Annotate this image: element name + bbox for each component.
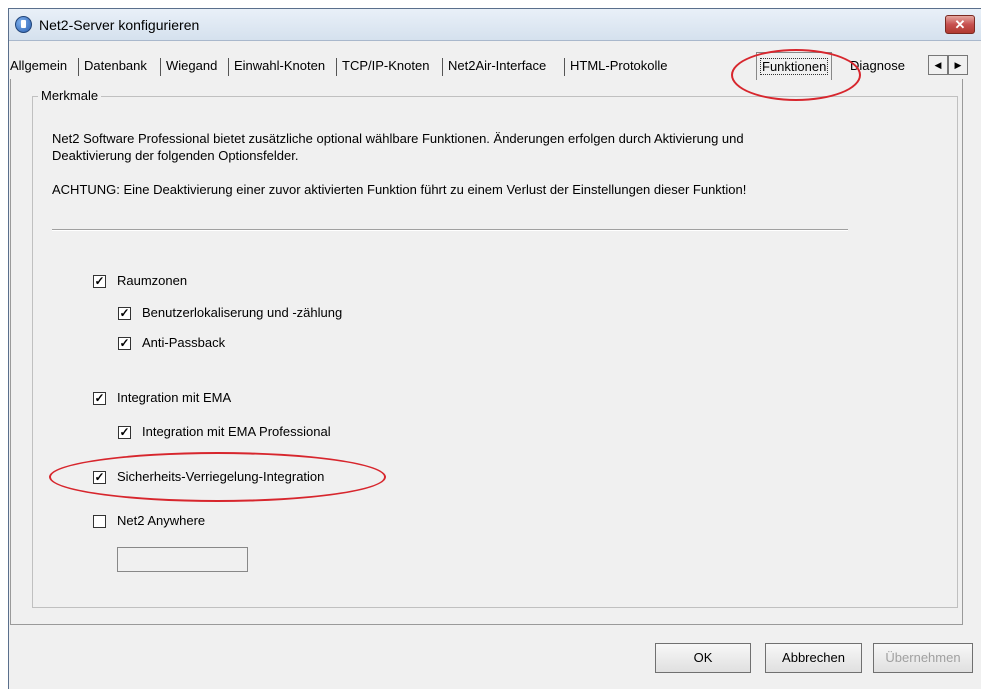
title-bar[interactable]: Net2-Server konfigurieren ✕ bbox=[9, 9, 981, 41]
sicherheits-verriegelung-checkbox[interactable]: ✓ bbox=[93, 471, 106, 484]
tab-strip: Allgemein Datenbank Wiegand Einwahl-Knot… bbox=[6, 52, 946, 80]
integration-ema-professional-label[interactable]: Integration mit EMA Professional bbox=[142, 424, 331, 439]
ok-button[interactable]: OK bbox=[655, 643, 751, 673]
description-line-2: Deaktivierung der folgenden Optionsfelde… bbox=[52, 148, 299, 163]
tab-separator bbox=[160, 58, 161, 76]
warning-text: ACHTUNG: Eine Deaktivierung einer zuvor … bbox=[52, 182, 747, 197]
tab-separator bbox=[336, 58, 337, 76]
description-line-1: Net2 Software Professional bietet zusätz… bbox=[52, 131, 744, 146]
anti-passback-label[interactable]: Anti-Passback bbox=[142, 335, 225, 350]
integration-ema-professional-checkbox[interactable]: ✓ bbox=[118, 426, 131, 439]
close-button[interactable]: ✕ bbox=[945, 15, 975, 34]
tab-datenbank[interactable]: Datenbank bbox=[80, 55, 151, 79]
net2-anywhere-input[interactable] bbox=[117, 547, 248, 572]
info-icon bbox=[15, 16, 32, 33]
benutzerlokalisierung-checkbox[interactable]: ✓ bbox=[118, 307, 131, 320]
sicherheits-verriegelung-label[interactable]: Sicherheits-Verriegelung-Integration bbox=[117, 469, 324, 484]
raumzonen-label[interactable]: Raumzonen bbox=[117, 273, 187, 288]
group-legend: Merkmale bbox=[38, 88, 102, 103]
tab-scroll-right-icon[interactable]: ▶ bbox=[948, 55, 968, 75]
tab-separator bbox=[78, 58, 79, 76]
integration-ema-label[interactable]: Integration mit EMA bbox=[117, 390, 231, 405]
net2-anywhere-checkbox[interactable] bbox=[93, 515, 106, 528]
cancel-button[interactable]: Abbrechen bbox=[765, 643, 862, 673]
raumzonen-checkbox[interactable]: ✓ bbox=[93, 275, 106, 288]
tab-funktionen[interactable]: Funktionen bbox=[756, 52, 833, 80]
tab-wiegand[interactable]: Wiegand bbox=[162, 55, 221, 79]
tab-einwahl-knoten[interactable]: Einwahl-Knoten bbox=[230, 55, 329, 79]
features-group bbox=[32, 96, 958, 608]
tab-separator bbox=[442, 58, 443, 76]
tab-separator bbox=[228, 58, 229, 76]
tab-funktionen-label: Funktionen bbox=[760, 58, 829, 75]
tab-allgemein[interactable]: Allgemein bbox=[6, 55, 71, 79]
tab-html-protokolle[interactable]: HTML-Protokolle bbox=[566, 55, 672, 79]
anti-passback-checkbox[interactable]: ✓ bbox=[118, 337, 131, 350]
tab-separator bbox=[564, 58, 565, 76]
window-title: Net2-Server konfigurieren bbox=[39, 17, 200, 33]
tab-net2air-interface[interactable]: Net2Air-Interface bbox=[444, 55, 550, 79]
benutzerlokalisierung-label[interactable]: Benutzerlokaliserung und -zählung bbox=[142, 305, 342, 320]
divider bbox=[52, 229, 848, 231]
tab-diagnose[interactable]: Diagnose bbox=[846, 55, 909, 79]
integration-ema-checkbox[interactable]: ✓ bbox=[93, 392, 106, 405]
tab-scroll-left-icon[interactable]: ◀ bbox=[928, 55, 948, 75]
tab-tcpip-knoten[interactable]: TCP/IP-Knoten bbox=[338, 55, 433, 79]
apply-button[interactable]: Übernehmen bbox=[873, 643, 973, 673]
net2-anywhere-label[interactable]: Net2 Anywhere bbox=[117, 513, 205, 528]
